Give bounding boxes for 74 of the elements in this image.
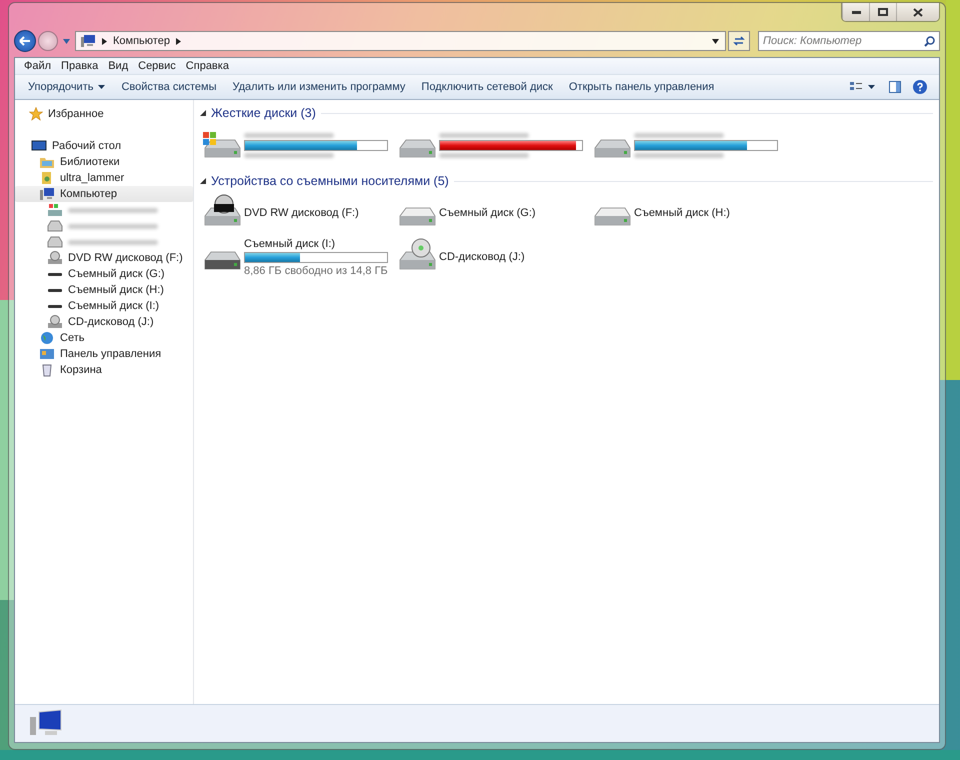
tree-item[interactable]: CD-дисковод (J:) bbox=[15, 314, 193, 330]
toolbar-button[interactable]: Упорядочить bbox=[20, 81, 114, 93]
close-button[interactable] bbox=[896, 3, 939, 21]
caret-icon[interactable] bbox=[712, 38, 719, 44]
drive-icon bbox=[47, 203, 63, 217]
maximize-button[interactable] bbox=[869, 3, 896, 21]
tree-item[interactable]: Корзина bbox=[15, 362, 193, 378]
tree-item[interactable]: Съемный диск (G:) bbox=[15, 266, 193, 282]
arrow-left-icon bbox=[19, 36, 31, 46]
computer-icon bbox=[39, 187, 55, 201]
search-field[interactable]: Поиск: Компьютер bbox=[758, 31, 940, 51]
tree-label: Панель управления bbox=[60, 348, 162, 360]
group-title[interactable]: Жесткие диски (3) bbox=[211, 106, 316, 120]
tree-label: CD-дисковод (J:) bbox=[68, 316, 154, 328]
refresh-icon bbox=[733, 35, 745, 47]
collapse-arrow-icon[interactable] bbox=[200, 110, 206, 116]
control-panel-icon bbox=[39, 347, 55, 361]
toolbar-button[interactable]: Открыть панель управления bbox=[560, 81, 722, 93]
globe-icon bbox=[39, 331, 55, 345]
tree-item[interactable]: Компьютер bbox=[15, 186, 193, 202]
tree-label: DVD RW дисковод (F:) bbox=[68, 252, 183, 264]
group-title[interactable]: Устройства со съемными носителями (5) bbox=[211, 174, 449, 188]
chevron-icon bbox=[102, 38, 107, 44]
tree-label: Корзина bbox=[60, 364, 102, 376]
minimize-icon bbox=[852, 10, 860, 14]
close-icon bbox=[913, 8, 923, 16]
drive-label: Съемный диск (G:) bbox=[439, 207, 536, 219]
tree-item[interactable]: Сеть bbox=[15, 330, 193, 346]
chevron-icon[interactable] bbox=[176, 38, 181, 44]
drive-label: CD-дисковод (J:) bbox=[439, 251, 525, 263]
tree-label: Съемный диск (H:) bbox=[68, 284, 164, 296]
star-icon bbox=[29, 107, 43, 121]
monitor-icon bbox=[31, 139, 47, 153]
menu-item[interactable]: Правка bbox=[56, 60, 104, 72]
menu-item[interactable]: Вид bbox=[103, 60, 134, 72]
address-bar[interactable]: Компьютер bbox=[75, 31, 726, 51]
computer-icon bbox=[80, 34, 96, 48]
refresh-button[interactable] bbox=[728, 31, 750, 51]
disc-drive-icon bbox=[47, 251, 63, 265]
tree-item[interactable]: Панель управления bbox=[15, 346, 193, 362]
drive-label: DVD RW дисковод (F:) bbox=[244, 207, 359, 219]
tree-item[interactable]: Библиотеки bbox=[15, 154, 193, 170]
toolbar-button[interactable]: Удалить или изменить программу bbox=[224, 81, 414, 93]
drive-label: Съемный диск (H:) bbox=[634, 207, 730, 219]
tree-label: Компьютер bbox=[60, 188, 117, 200]
drive-icon bbox=[47, 235, 63, 249]
toolbar-button[interactable]: Свойства системы bbox=[113, 81, 224, 93]
tree-label: ultra_lammer bbox=[60, 172, 124, 184]
collapse-arrow-icon[interactable] bbox=[200, 178, 206, 184]
minimize-button[interactable] bbox=[842, 3, 869, 21]
breadcrumb[interactable]: Компьютер bbox=[113, 35, 170, 47]
tree-item[interactable]: Съемный диск (I:) bbox=[15, 298, 193, 314]
sidebar-label: Избранное bbox=[48, 108, 104, 120]
tree-label: Рабочий стол bbox=[52, 140, 122, 152]
tree-label: Съемный диск (G:) bbox=[68, 268, 165, 280]
folder-icon bbox=[39, 155, 55, 169]
disc-drive-icon bbox=[47, 315, 63, 329]
tree-label: Съемный диск (I:) bbox=[68, 300, 160, 312]
tree-item[interactable]: Рабочий стол bbox=[15, 138, 193, 154]
tree-label: Сеть bbox=[60, 332, 84, 344]
tree-label: Библиотеки bbox=[60, 156, 120, 168]
menu-item[interactable]: Справка bbox=[180, 60, 234, 72]
sidebar-item[interactable]: Избранное bbox=[15, 106, 193, 122]
tree-item[interactable]: ultra_lammer bbox=[15, 170, 193, 186]
tree-item[interactable]: DVD RW дисковод (F:) bbox=[15, 250, 193, 266]
search-icon bbox=[924, 36, 935, 47]
free-space-text: 8,86 ГБ свободно из 14,8 ГБ bbox=[244, 264, 388, 276]
menu-item[interactable]: Сервис bbox=[133, 60, 181, 72]
drive-icon bbox=[47, 219, 63, 233]
toolbar-button[interactable]: Подключить сетевой диск bbox=[413, 81, 561, 93]
menu-item[interactable]: Файл bbox=[19, 60, 56, 72]
drive-label: Съемный диск (I:) bbox=[244, 238, 336, 250]
tree-item[interactable]: Съемный диск (H:) bbox=[15, 282, 193, 298]
maximize-icon bbox=[878, 8, 888, 16]
